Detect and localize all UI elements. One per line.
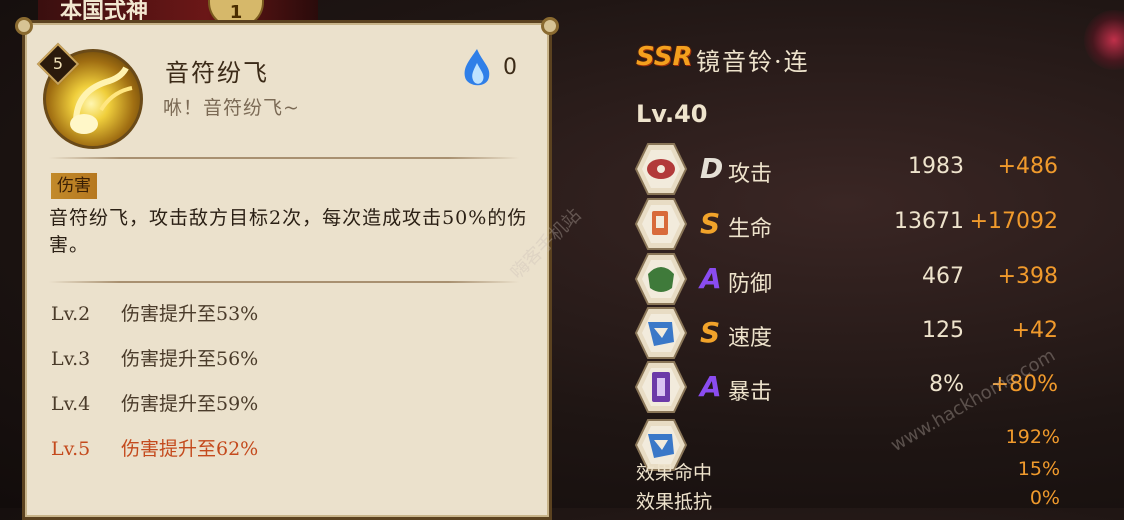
stat-label: 生命	[728, 217, 773, 242]
stat-base: 8%	[929, 372, 964, 397]
stat-base: 13671	[894, 209, 964, 234]
speed-icon	[634, 307, 688, 359]
stat-label: 攻击	[728, 162, 773, 187]
stat-label: 防御	[728, 272, 773, 297]
stat-bonus: +398	[997, 264, 1058, 289]
upgrade-text: 伤害提升至62%	[121, 438, 259, 460]
upgrade-level: Lv.4	[51, 393, 91, 415]
skill-name: 音符纷飞	[165, 59, 269, 87]
defense-icon	[634, 253, 688, 305]
stat-bonus: +42	[1011, 318, 1058, 343]
extra-stat-label: 效果命中	[636, 462, 713, 484]
stat-bonus: +17092	[969, 209, 1058, 234]
extra-stat-label: 效果抵抗	[636, 491, 713, 513]
upgrade-level: Lv.2	[51, 303, 91, 325]
skill-type-tag: 伤害	[51, 173, 97, 199]
decorative-glow	[1084, 10, 1124, 70]
attack-icon	[634, 143, 688, 195]
skill-cost: 0	[503, 55, 517, 80]
grade-badge: S	[700, 207, 721, 240]
grade-badge: A	[700, 370, 722, 403]
stat-label: 暴击	[728, 380, 773, 405]
stat-base: 125	[922, 318, 964, 343]
upgrade-text: 伤害提升至56%	[121, 348, 259, 370]
extra-stat-value: 0%	[1029, 487, 1060, 509]
extra-stat-value: 192%	[1005, 426, 1060, 448]
rarity-badge: SSR	[636, 42, 693, 72]
upgrade-row: Lv.3 伤害提升至56%	[51, 344, 258, 371]
grade-badge: A	[700, 262, 722, 295]
shikigami-name: 镜音铃·连	[696, 48, 810, 76]
divider	[49, 281, 519, 283]
extra-stat-value: 15%	[1017, 458, 1060, 480]
upgrade-level: Lv.5	[51, 438, 91, 460]
corner-ornament-icon	[15, 17, 33, 35]
skill-level: 5	[52, 54, 64, 73]
upgrade-row: Lv.4 伤害提升至59%	[51, 389, 258, 416]
upgrade-text: 伤害提升至59%	[121, 393, 259, 415]
skill-description: 音符纷飞，攻击敌方目标2次，每次造成攻击50%的伤害。	[49, 207, 528, 256]
divider	[49, 157, 519, 159]
crit-icon	[634, 361, 688, 413]
stat-base: 467	[922, 264, 964, 289]
skill-subtitle: 咻！音符纷飞~	[163, 97, 300, 119]
upgrade-row: Lv.2 伤害提升至53%	[51, 299, 258, 326]
stat-base: 1983	[908, 154, 964, 179]
grade-badge: D	[700, 152, 724, 185]
stat-label: 速度	[728, 326, 773, 351]
upgrade-text: 伤害提升至53%	[121, 303, 259, 325]
grade-badge: S	[700, 316, 721, 349]
stat-bonus: +486	[997, 154, 1058, 179]
health-icon	[634, 198, 688, 250]
upgrade-row-current: Lv.5 伤害提升至62%	[51, 434, 258, 461]
shikigami-level: Lv.40	[636, 100, 708, 128]
skill-detail-panel: 5 音符纷飞 咻！音符纷飞~ 0 伤害 音符纷飞，攻击敌方目标2次，每次造成攻击…	[15, 17, 559, 520]
onmyoji-fire-icon	[464, 49, 490, 86]
corner-ornament-icon	[541, 17, 559, 35]
upgrade-level: Lv.3	[51, 348, 91, 370]
